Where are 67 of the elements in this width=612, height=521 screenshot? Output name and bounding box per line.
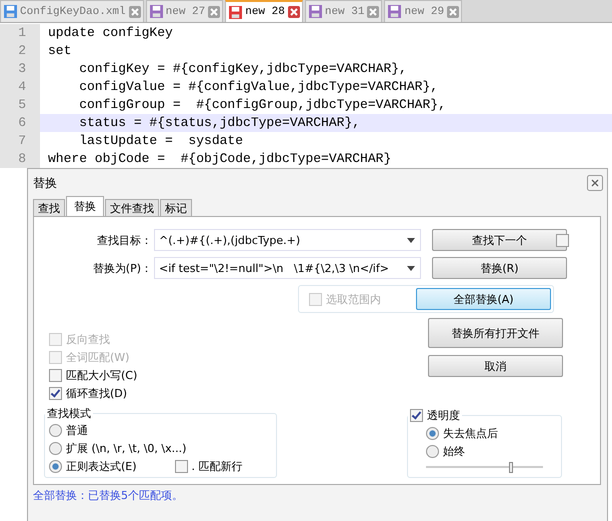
file-tab[interactable]: new 28 xyxy=(225,0,303,22)
status-message: 全部替换：已替换5个匹配项。 xyxy=(33,488,184,504)
replace-button[interactable]: 替换(R) xyxy=(432,257,567,279)
replace-in-all-files-button[interactable]: 替换所有打开文件 xyxy=(428,318,563,348)
checkbox-label: 匹配大小写(C) xyxy=(66,368,138,382)
find-field[interactable]: ^(.+)#{(.+),(jdbcType.+) xyxy=(154,229,421,251)
slider-thumb[interactable] xyxy=(509,462,514,473)
code-line: lastUpdate = sysdate xyxy=(78,132,244,150)
replace-all-button[interactable]: 全部替换(A) xyxy=(416,288,551,310)
checkbox[interactable] xyxy=(556,234,569,246)
radio-label: 始终 xyxy=(443,444,465,458)
checkbox-label: . 匹配新行 xyxy=(192,458,243,474)
line-number: 3 xyxy=(0,60,40,78)
line-number: 2 xyxy=(0,42,40,60)
radio-label: 普通 xyxy=(66,422,88,438)
radio-label: 扩展 (\n, \r, \t, \0, \x...) xyxy=(66,440,186,456)
checkbox[interactable] xyxy=(174,460,188,472)
file-tab[interactable]: ConfigKeyDao.xml xyxy=(0,0,144,22)
dialog-tab[interactable]: 标记 xyxy=(160,199,192,216)
file-tab[interactable]: new 31 xyxy=(304,0,382,22)
code-line: set xyxy=(47,42,72,60)
file-tab[interactable]: new 29 xyxy=(384,0,462,22)
checkbox[interactable] xyxy=(49,386,62,400)
line-number: 4 xyxy=(0,78,40,96)
group-title: 透明度 xyxy=(427,408,460,422)
checkbox-label: 循环查找(D) xyxy=(66,386,128,400)
checkbox-label: 反向查找 xyxy=(66,332,110,346)
checkbox-label: 全词匹配(W) xyxy=(66,350,130,364)
close-icon[interactable] xyxy=(447,6,460,18)
code-line: configGroup = #{configGroup,jdbcType=VARCHAR}, xyxy=(78,96,447,114)
radio-button[interactable] xyxy=(426,444,439,458)
replace-field[interactable]: <if test="\2!=null">\n \1#{\2,\3 \n</if> xyxy=(154,257,421,279)
radio-button[interactable] xyxy=(49,424,62,436)
code-line: configKey = #{configKey,jdbcType=VARCHAR}, xyxy=(78,60,408,78)
radio-label: 正则表达式(E) xyxy=(66,458,137,474)
dialog-title: 替换 xyxy=(33,174,57,192)
close-icon[interactable] xyxy=(208,6,220,18)
close-icon[interactable] xyxy=(288,6,300,18)
caret-icon[interactable] xyxy=(407,266,415,270)
radio-label: 失去焦点后 xyxy=(443,426,498,440)
checkbox[interactable] xyxy=(410,408,423,422)
file-tab[interactable]: new 27 xyxy=(146,0,224,22)
dialog-tab[interactable]: 文件查找 xyxy=(105,199,159,216)
line-number: 7 xyxy=(0,132,40,150)
close-icon[interactable] xyxy=(367,6,380,18)
line-number: 5 xyxy=(0,96,40,114)
radio-button[interactable] xyxy=(426,426,439,440)
dialog-tab[interactable]: 替换 xyxy=(66,196,104,216)
cancel-button[interactable]: 取消 xyxy=(428,355,563,377)
group-title: 查找模式 xyxy=(46,406,92,421)
code-line: where objCode = #{objCode,jdbcType=VARCHAR} xyxy=(47,150,392,168)
line-number: 6 xyxy=(0,114,40,132)
dialog-tab[interactable]: 查找 xyxy=(33,199,65,216)
caret-icon[interactable] xyxy=(407,238,415,242)
code-line: update configKey xyxy=(47,24,174,42)
radio-button[interactable] xyxy=(49,460,62,472)
field-label: 查找目标： xyxy=(96,232,153,248)
code-line: configValue = #{configValue,jdbcType=VARCHAR}, xyxy=(78,78,440,96)
close-icon[interactable] xyxy=(587,175,603,191)
checkbox[interactable] xyxy=(49,368,62,382)
field-label: 替换为(P)： xyxy=(92,260,153,276)
find-next-button[interactable]: 查找下一个 xyxy=(432,229,567,251)
checkbox-label: 选取范围内 xyxy=(326,292,381,306)
line-number: 8 xyxy=(0,150,40,168)
close-icon[interactable] xyxy=(128,6,141,18)
line-number: 1 xyxy=(0,24,40,42)
radio-button[interactable] xyxy=(49,442,62,454)
